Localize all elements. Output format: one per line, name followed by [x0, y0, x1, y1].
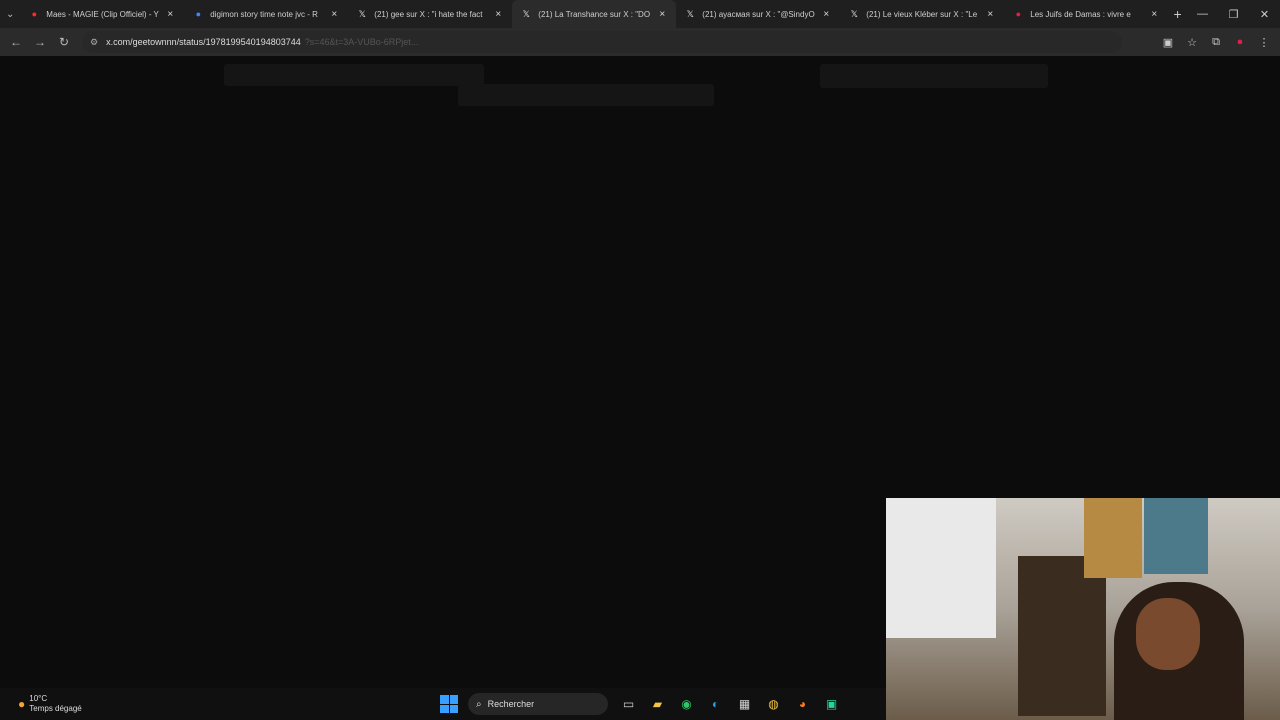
task-view-icon[interactable]: ▭: [614, 697, 643, 711]
tab-close-icon[interactable]: ×: [1148, 9, 1160, 20]
browser-tab[interactable]: ● Maes - MAGIE (Clip Officiel) - Y ×: [20, 0, 184, 28]
minimize-button[interactable]: —: [1187, 8, 1218, 21]
tab-close-icon[interactable]: ×: [328, 9, 340, 20]
tab-title: digimon story time note jvc - R: [210, 9, 318, 19]
x-icon: 𝕏: [686, 8, 694, 19]
tab-close-icon[interactable]: ×: [656, 9, 668, 20]
taskbar-apps: ▭ ▰ ◉ ◐ ▦ ◍ ◕ ▣: [614, 697, 846, 711]
close-window-button[interactable]: ✕: [1249, 8, 1280, 21]
tab-title: (21) Le vieux Kléber sur X : "Le: [866, 9, 978, 19]
browser-toolbar: ← → ↻ ⚙ x.com/geetownnn/status/197819954…: [0, 28, 1280, 56]
x-icon: 𝕏: [358, 8, 366, 19]
tabs-container: ● Maes - MAGIE (Clip Officiel) - Y × ● digim…: [20, 0, 1168, 28]
window-controls: — ❐ ✕: [1187, 8, 1280, 21]
tab-title: Les Juifs de Damas : vivre e: [1030, 9, 1131, 19]
app-icon[interactable]: ▣: [817, 697, 846, 711]
restore-button[interactable]: ❐: [1218, 8, 1249, 21]
taskbar-search[interactable]: ⌕ Rechercher: [468, 693, 608, 715]
loading-placeholder: [458, 84, 714, 106]
weather-widget[interactable]: ● 10°C Temps dégagé: [0, 694, 100, 714]
search-icon: ⌕: [476, 698, 482, 710]
google-icon: ●: [195, 9, 201, 19]
browser-tab[interactable]: 𝕏 (21) Le vieux Kléber sur X : "Le ×: [840, 0, 1004, 28]
tab-close-icon[interactable]: ×: [820, 9, 832, 20]
store-icon[interactable]: ▦: [730, 697, 759, 711]
weather-condition: Temps dégagé: [29, 704, 82, 713]
loading-placeholder: [224, 64, 484, 86]
install-app-icon[interactable]: ▣: [1156, 36, 1180, 49]
x-icon: 𝕏: [522, 8, 530, 19]
tab-search-chevron-icon[interactable]: ⌄: [0, 0, 20, 28]
browser-tab[interactable]: ● Les Juifs de Damas : vivre e ×: [1004, 0, 1168, 28]
streamer-face: [1136, 598, 1200, 670]
taskbar-search-placeholder: Rechercher: [487, 699, 535, 709]
firefox-icon[interactable]: ◕: [788, 697, 817, 711]
tab-close-icon[interactable]: ×: [164, 9, 176, 20]
toolbar-actions: ▣ ☆ ⧉ ● ⋮: [1156, 36, 1280, 49]
browser-tab[interactable]: 𝕏 (21) gee sur X : "i hate the fact ×: [348, 0, 512, 28]
tab-title: (21) ayacмая sur X : "@SindyO: [702, 9, 815, 19]
tab-title: (21) gee sur X : "i hate the fact: [374, 9, 483, 19]
zelda-poster: [1144, 498, 1208, 574]
extensions-icon[interactable]: ⧉: [1204, 36, 1228, 49]
address-url: x.com/geetownnn/status/19781995401948037…: [106, 37, 301, 47]
browser-tab[interactable]: 𝕏 (21) ayacмая sur X : "@SindyO ×: [676, 0, 840, 28]
new-tab-button[interactable]: +: [1168, 6, 1187, 22]
browser-tab[interactable]: 𝕏 (21) La Transhance sur X : "DO ×: [512, 0, 677, 28]
tab-strip: ⌄ ● Maes - MAGIE (Clip Officiel) - Y × ● dig…: [0, 0, 1280, 28]
profile-avatar-icon[interactable]: ●: [1228, 36, 1252, 48]
address-bar[interactable]: ⚙ x.com/geetownnn/status/197819954019480…: [82, 31, 1122, 53]
webcam-overlay: [886, 498, 1280, 720]
tab-close-icon[interactable]: ×: [984, 9, 996, 20]
bookmark-star-icon[interactable]: ☆: [1180, 36, 1204, 49]
youtube-icon: ●: [31, 9, 37, 19]
site-info-icon[interactable]: ⚙: [90, 37, 98, 48]
bookshelf: [1018, 556, 1106, 716]
start-button[interactable]: [440, 695, 458, 713]
reload-button[interactable]: ↻: [52, 35, 76, 49]
file-explorer-icon[interactable]: ▰: [643, 697, 672, 711]
x-icon: 𝕏: [850, 8, 858, 19]
forward-button[interactable]: →: [28, 35, 52, 49]
back-button[interactable]: ←: [4, 35, 28, 49]
address-url-tail: ?s=46&t=3A-VUBo-6RPjet...: [304, 37, 419, 47]
edge-icon[interactable]: ◐: [701, 697, 730, 711]
browser-tab[interactable]: ● digimon story time note jvc - R ×: [184, 0, 348, 28]
weather-sun-icon: ●: [18, 697, 26, 711]
weather-temperature: 10°C: [29, 694, 48, 703]
poster: [1084, 498, 1142, 578]
tab-title: Maes - MAGIE (Clip Officiel) - Y: [46, 9, 159, 19]
browser-menu-icon[interactable]: ⋮: [1252, 36, 1276, 49]
xbox-icon[interactable]: ◉: [672, 697, 701, 711]
site-icon: ●: [1015, 9, 1021, 19]
loading-placeholder: [820, 64, 1048, 88]
tab-title: (21) La Transhance sur X : "DO: [538, 9, 651, 19]
tab-close-icon[interactable]: ×: [492, 9, 504, 20]
windows-taskbar: ● 10°C Temps dégagé ⌕ Rechercher ▭ ▰ ◉ ◐ ▦ ◍ ◕…: [0, 688, 886, 720]
chrome-icon[interactable]: ◍: [759, 697, 788, 711]
room-window: [886, 498, 996, 638]
